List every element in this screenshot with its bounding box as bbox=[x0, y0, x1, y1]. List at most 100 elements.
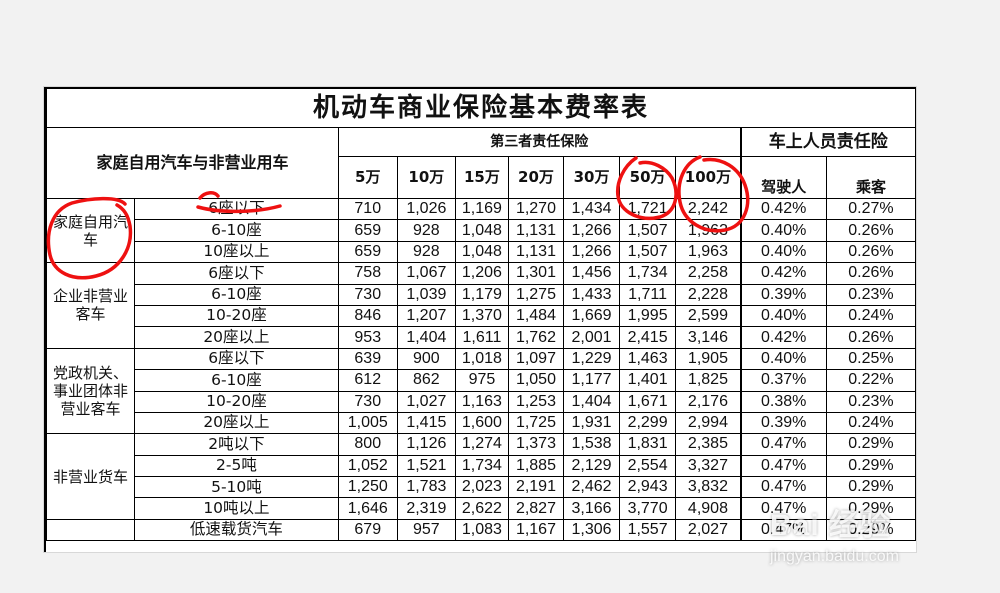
rate-cell: 2,554 bbox=[618, 454, 677, 478]
passenger-rate: 0.24% bbox=[825, 411, 917, 435]
rate-cell: 4,908 bbox=[675, 497, 742, 520]
rate-cell: 1,250 bbox=[337, 476, 398, 499]
rate-cell: 1,229 bbox=[563, 347, 620, 371]
rate-cell: 1,131 bbox=[507, 240, 565, 264]
rate-cell: 1,027 bbox=[396, 390, 457, 413]
driver-rate: 0.38% bbox=[739, 390, 827, 413]
vehicle-type: 6-10座 bbox=[133, 369, 339, 392]
vehicle-type: 10吨以上 bbox=[133, 497, 339, 520]
group-label: 家庭自用汽车 bbox=[46, 197, 135, 264]
passenger-rate: 0.29% bbox=[825, 454, 917, 478]
table-row: 6-10座 730 1,039 1,179 1,275 1,433 1,711 2,228 0.… bbox=[47, 283, 917, 306]
rate-cell: 3,166 bbox=[563, 497, 620, 520]
passenger-rate: 0.29% bbox=[825, 518, 917, 542]
rate-cell: 1,018 bbox=[455, 347, 509, 371]
rate-cell: 1,266 bbox=[563, 240, 620, 264]
rate-cell: 659 bbox=[337, 240, 398, 264]
rate-cell: 1,052 bbox=[337, 454, 398, 478]
amount-header: 5万 bbox=[337, 156, 398, 199]
rate-cell: 1,067 bbox=[396, 262, 457, 285]
category-header: 家庭自用汽车与非营业用车 bbox=[46, 127, 339, 199]
rate-cell: 1,253 bbox=[507, 390, 565, 413]
rate-cell: 1,005 bbox=[337, 411, 398, 435]
group-label: 企业非营业客车 bbox=[46, 262, 135, 349]
rate-cell: 1,433 bbox=[563, 283, 620, 306]
rate-cell: 1,039 bbox=[396, 283, 457, 306]
driver-rate: 0.42% bbox=[739, 262, 827, 285]
rate-cell: 2,023 bbox=[455, 476, 509, 499]
table-row: 10座以上 659 928 1,048 1,131 1,266 1,507 1,963 0.40… bbox=[47, 240, 917, 264]
rate-cell: 1,179 bbox=[455, 283, 509, 306]
driver-rate: 0.47% bbox=[739, 518, 827, 542]
rate-cell: 1,931 bbox=[563, 411, 620, 435]
rate-cell: 1,131 bbox=[507, 219, 565, 242]
rate-cell: 1,373 bbox=[507, 433, 565, 456]
table-row: 10吨以上 1,646 2,319 2,622 2,827 3,166 3,770 4,908… bbox=[47, 497, 917, 520]
rate-cell: 2,027 bbox=[675, 518, 742, 542]
passenger-rate: 0.25% bbox=[825, 347, 917, 371]
driver-rate: 0.39% bbox=[739, 283, 827, 306]
vehicle-type: 10座以上 bbox=[133, 240, 339, 264]
vehicle-type: 5-10吨 bbox=[133, 476, 339, 499]
rate-cell: 639 bbox=[337, 347, 398, 371]
passenger-rate: 0.26% bbox=[825, 219, 917, 242]
rate-cell: 975 bbox=[455, 369, 509, 392]
rate-cell: 1,126 bbox=[396, 433, 457, 456]
rate-cell: 1,048 bbox=[455, 240, 509, 264]
rate-cell: 2,994 bbox=[675, 411, 742, 435]
group-label: 党政机关、事业团体非营业客车 bbox=[46, 347, 135, 435]
passenger-rate: 0.26% bbox=[825, 326, 917, 349]
rate-cell: 2,191 bbox=[507, 476, 565, 499]
rate-cell: 1,266 bbox=[563, 219, 620, 242]
rate-cell: 659 bbox=[337, 219, 398, 242]
rate-cell: 2,001 bbox=[563, 326, 620, 349]
amount-header: 30万 bbox=[563, 156, 620, 199]
rate-cell: 1,507 bbox=[618, 240, 677, 264]
rate-cell: 730 bbox=[337, 390, 398, 413]
rate-cell: 2,943 bbox=[618, 476, 677, 499]
rate-cell: 2,385 bbox=[675, 433, 742, 456]
rate-cell: 2,415 bbox=[618, 326, 677, 349]
rate-cell: 3,770 bbox=[618, 497, 677, 520]
rate-cell: 1,415 bbox=[396, 411, 457, 435]
driver-rate: 0.47% bbox=[739, 476, 827, 499]
rate-cell: 2,258 bbox=[675, 262, 742, 285]
passenger-rate: 0.23% bbox=[825, 283, 917, 306]
driver-header: 驾驶人 bbox=[739, 156, 827, 199]
rate-cell: 2,228 bbox=[675, 283, 742, 306]
rate-cell: 1,521 bbox=[396, 454, 457, 478]
rate-cell: 1,711 bbox=[618, 283, 677, 306]
passenger-rate: 0.24% bbox=[825, 304, 917, 328]
table-row: 党政机关、事业团体非营业客车 6座以下 639 900 1,018 1,097 1,229 1… bbox=[46, 347, 917, 435]
amount-header: 15万 bbox=[455, 156, 509, 199]
rate-cell: 1,456 bbox=[563, 262, 620, 285]
rate-cell: 1,721 bbox=[618, 197, 677, 221]
group-label-text: 家庭自用汽车 bbox=[52, 212, 128, 249]
table-row: 20座以上 1,005 1,415 1,600 1,725 1,931 2,299 2,994… bbox=[47, 411, 917, 435]
rate-cell: 1,963 bbox=[675, 240, 742, 264]
rate-cell: 758 bbox=[337, 262, 398, 285]
rate-cell: 1,484 bbox=[507, 304, 565, 328]
table-row: 10-20座 730 1,027 1,163 1,253 1,404 1,671 2,176 0… bbox=[47, 390, 917, 413]
rate-cell: 1,995 bbox=[618, 304, 677, 328]
rate-cell: 1,646 bbox=[337, 497, 398, 520]
rate-cell: 3,832 bbox=[675, 476, 742, 499]
rate-cell: 1,050 bbox=[507, 369, 565, 392]
table-row: 企业非营业客车 6座以下 758 1,067 1,206 1,301 1,456 1,734 2… bbox=[46, 262, 917, 349]
driver-rate: 0.39% bbox=[739, 411, 827, 435]
rate-cell: 1,163 bbox=[455, 390, 509, 413]
vehicle-type: 6-10座 bbox=[133, 283, 339, 306]
vehicle-type: 10-20座 bbox=[133, 304, 339, 328]
rate-cell: 2,176 bbox=[675, 390, 742, 413]
group-label: 非营业货车 bbox=[46, 433, 135, 520]
rate-cell: 1,600 bbox=[455, 411, 509, 435]
rate-cell: 1,538 bbox=[563, 433, 620, 456]
rate-cell: 1,762 bbox=[507, 326, 565, 349]
rate-cell: 953 bbox=[337, 326, 398, 349]
table-row: 低速载货汽车 679 957 1,083 1,167 1,306 1,557 2,027 0.4… bbox=[46, 518, 917, 542]
vehicle-type: 6座以下 bbox=[133, 347, 339, 371]
vehicle-type: 6座以下 bbox=[133, 262, 339, 285]
rate-cell: 2,827 bbox=[507, 497, 565, 520]
passenger-rate: 0.23% bbox=[825, 390, 917, 413]
rate-cell: 679 bbox=[337, 518, 398, 542]
